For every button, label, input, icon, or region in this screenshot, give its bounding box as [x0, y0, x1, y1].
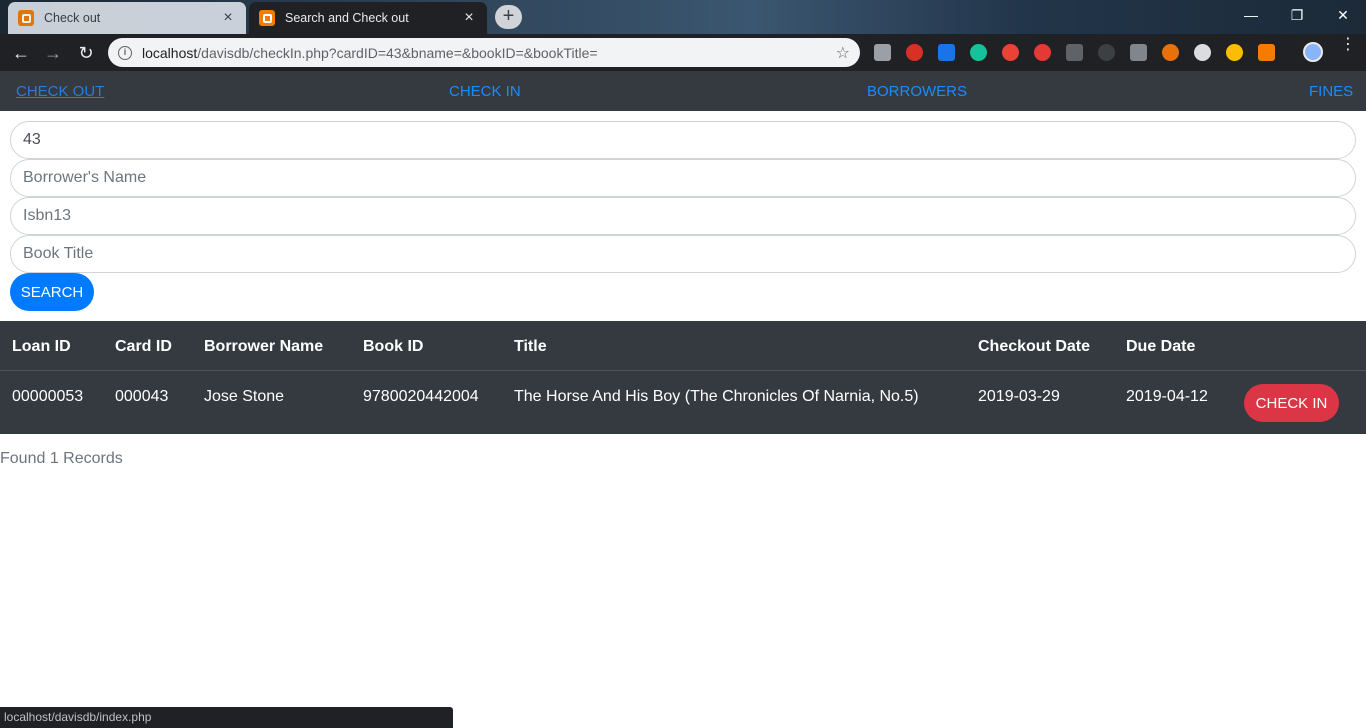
- card-id-cell: 000043: [115, 388, 169, 405]
- address-bar[interactable]: i localhost/davisdb/checkIn.php?cardID=4…: [108, 38, 860, 67]
- nav-borrowers-link[interactable]: BORROWERS: [867, 83, 967, 100]
- column-header-checkout-date: Checkout Date: [978, 338, 1091, 355]
- column-header-borrower-name: Borrower Name: [204, 338, 324, 355]
- column-header-title: Title: [514, 338, 547, 355]
- card-id-input[interactable]: [10, 121, 1356, 159]
- column-header-due-date: Due Date: [1126, 338, 1196, 355]
- due-date-cell: 2019-04-12: [1126, 388, 1208, 405]
- minimize-window-button[interactable]: —: [1228, 0, 1274, 30]
- xampp-favicon-icon: [259, 10, 275, 26]
- extension-icon[interactable]: [1162, 44, 1179, 61]
- nav-fines-link[interactable]: FINES: [1309, 83, 1353, 100]
- browser-tabstrip: Check out × Search and Check out × + — ❐…: [0, 0, 1366, 34]
- back-arrow-icon[interactable]: ←: [8, 40, 34, 66]
- results-table: Loan ID Card ID Borrower Name Book ID Ti…: [0, 321, 1366, 434]
- close-icon[interactable]: ×: [220, 10, 236, 26]
- app-navbar: CHECK OUT CHECK IN BORROWERS FINES: [0, 71, 1366, 111]
- borrower-name-cell: Jose Stone: [204, 388, 285, 405]
- close-icon[interactable]: ×: [461, 10, 477, 26]
- column-header-book-id: Book ID: [363, 338, 424, 355]
- tab-title: Search and Check out: [285, 11, 409, 25]
- forward-arrow-icon[interactable]: →: [40, 40, 66, 66]
- xampp-favicon-icon: [18, 10, 34, 26]
- loan-id-cell: 00000053: [12, 388, 84, 405]
- browser-toolbar: ← → ↻ i localhost/davisdb/checkIn.php?ca…: [0, 34, 1366, 71]
- tab-title: Check out: [44, 11, 101, 25]
- extension-icon[interactable]: [1066, 44, 1083, 61]
- table-row: 00000053 000043 Jose Stone 9780020442004…: [0, 371, 1366, 434]
- nav-check-out-link[interactable]: CHECK OUT: [16, 83, 104, 100]
- records-found-text: Found 1 Records: [0, 450, 123, 467]
- extension-icon[interactable]: [1130, 44, 1147, 61]
- extension-icon[interactable]: [1002, 44, 1019, 61]
- extension-icon[interactable]: [906, 44, 923, 61]
- adblock-icon[interactable]: [1034, 44, 1051, 61]
- grammarly-icon[interactable]: [970, 44, 987, 61]
- column-header-loan-id: Loan ID: [12, 338, 71, 355]
- extension-icon[interactable]: [938, 44, 955, 61]
- restore-window-button[interactable]: ❐: [1274, 0, 1320, 30]
- title-cell: The Horse And His Boy (The Chronicles Of…: [514, 388, 919, 405]
- menu-dots-icon[interactable]: ⋮: [1340, 37, 1356, 53]
- bookmark-star-icon[interactable]: ☆: [836, 43, 850, 63]
- url-path: /davisdb/checkIn.php?cardID=43&bname=&bo…: [197, 44, 598, 61]
- nav-check-in-link[interactable]: CHECK IN: [449, 83, 521, 100]
- book-title-input[interactable]: [10, 235, 1356, 273]
- url-host: localhost: [142, 44, 198, 61]
- info-icon[interactable]: i: [118, 45, 132, 60]
- close-window-button[interactable]: ✕: [1320, 0, 1366, 30]
- new-tab-button[interactable]: +: [495, 5, 522, 29]
- book-id-cell: 9780020442004: [363, 388, 479, 405]
- profile-avatar[interactable]: [1303, 42, 1323, 62]
- checkout-date-cell: 2019-03-29: [978, 388, 1060, 405]
- extension-icon[interactable]: [1194, 44, 1211, 61]
- check-in-button[interactable]: CHECK IN: [1244, 384, 1339, 422]
- extension-icon[interactable]: [874, 44, 891, 61]
- extension-icon[interactable]: [1258, 44, 1275, 61]
- extension-icon[interactable]: [1098, 44, 1115, 61]
- browser-tab-search-and-check-out[interactable]: Search and Check out ×: [249, 2, 487, 34]
- browser-tab-check-out[interactable]: Check out ×: [8, 2, 246, 34]
- borrower-name-input[interactable]: [10, 159, 1356, 197]
- url-text[interactable]: localhost/davisdb/checkIn.php?cardID=43&…: [142, 45, 598, 61]
- reload-icon[interactable]: ↻: [73, 40, 99, 66]
- column-header-card-id: Card ID: [115, 338, 172, 355]
- isbn-input[interactable]: [10, 197, 1356, 235]
- extension-icon[interactable]: [1226, 44, 1243, 61]
- search-button[interactable]: SEARCH: [10, 273, 94, 311]
- table-header: Loan ID Card ID Borrower Name Book ID Ti…: [0, 321, 1366, 371]
- status-bar-url: localhost/davisdb/index.php: [0, 707, 453, 728]
